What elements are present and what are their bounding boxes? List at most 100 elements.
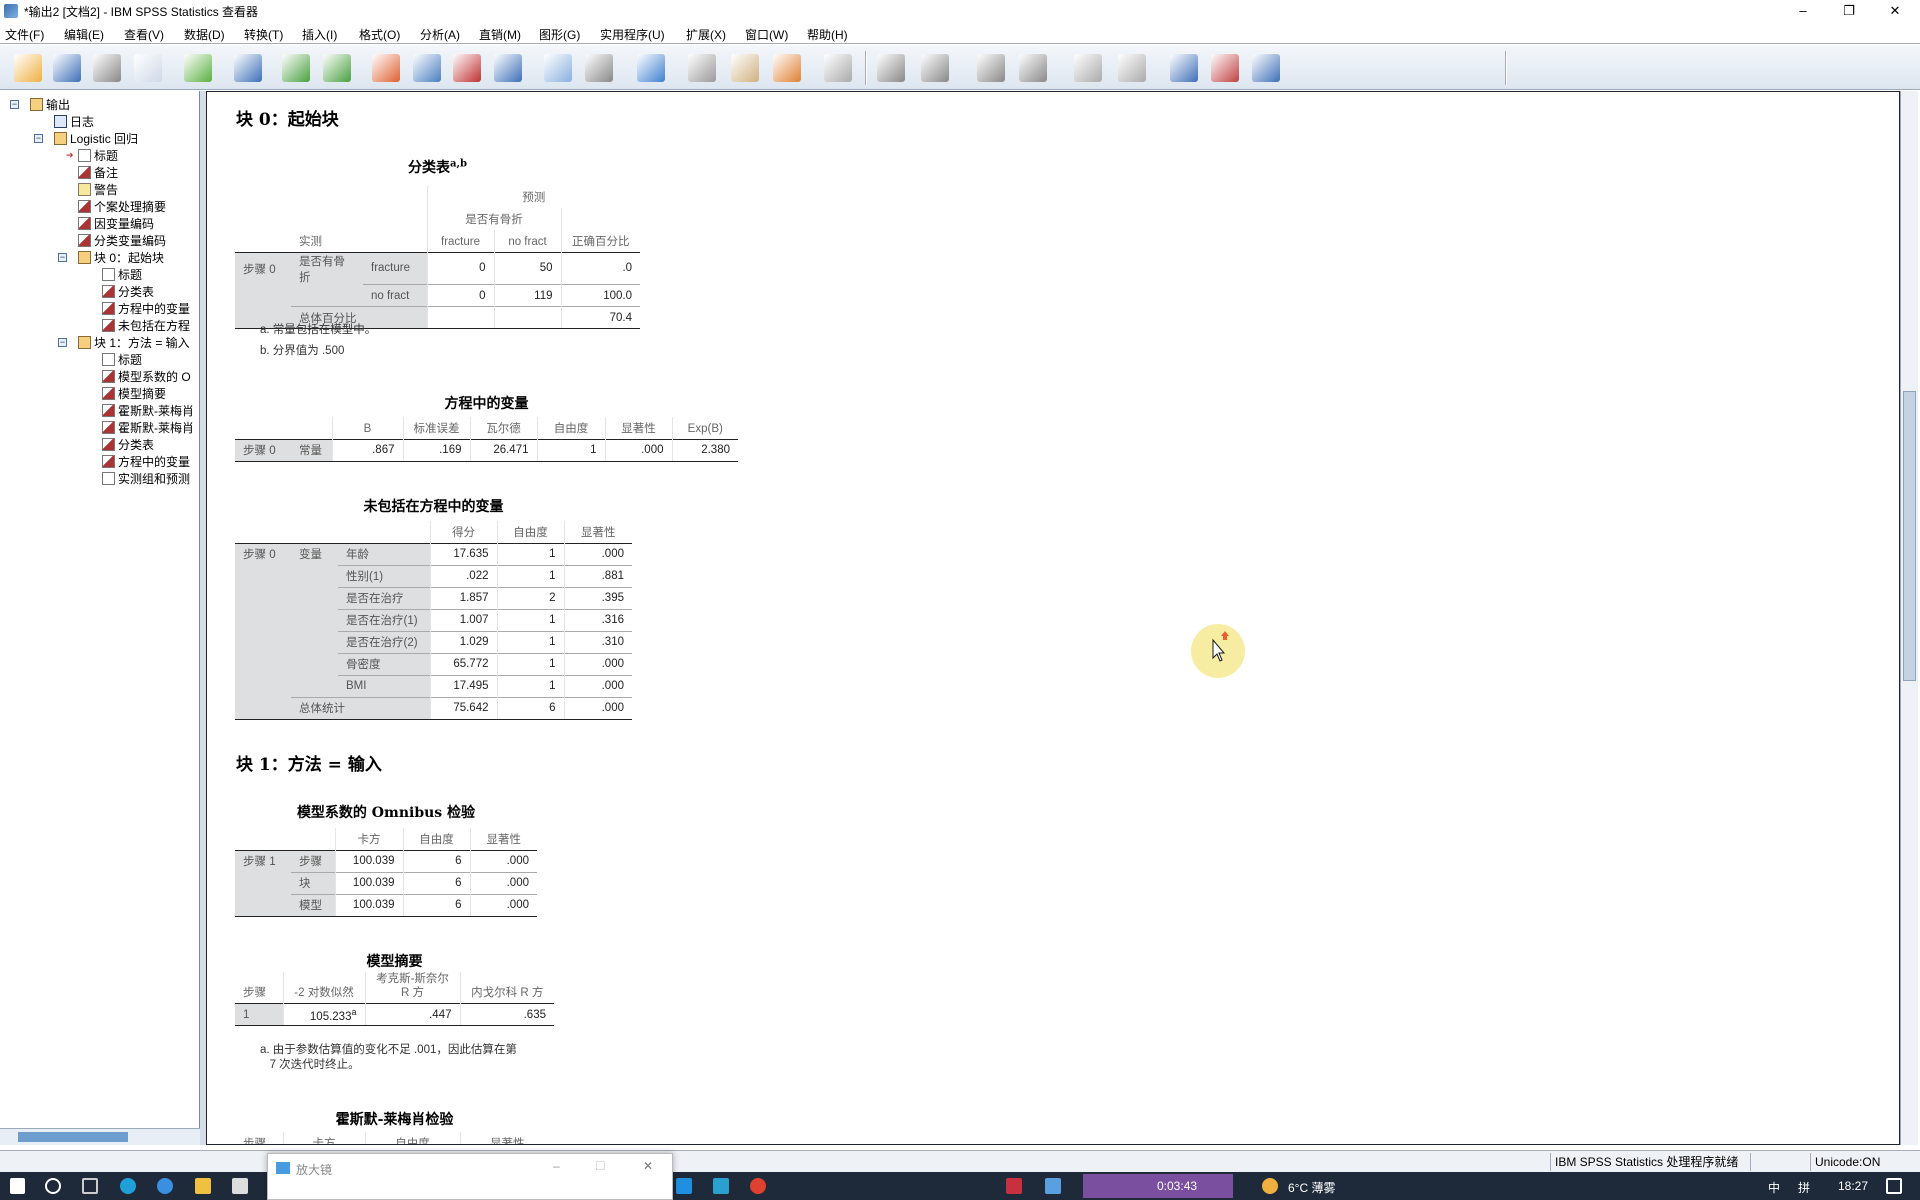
notification-icon[interactable] xyxy=(1886,1178,1902,1194)
forward-icon[interactable] xyxy=(921,54,949,82)
tree-item[interactable]: 方程中的变量 xyxy=(102,300,190,317)
collapse-icon[interactable]: − xyxy=(58,253,67,262)
promote-icon[interactable] xyxy=(688,54,716,82)
start-icon[interactable] xyxy=(10,1178,25,1194)
clock[interactable]: 18:27 xyxy=(1838,1179,1868,1193)
tree-item[interactable]: 分类表 xyxy=(102,436,154,453)
recall-dialog-icon[interactable] xyxy=(234,54,262,82)
menu-5[interactable]: 插入(I) xyxy=(302,26,337,43)
print-preview-icon[interactable] xyxy=(134,54,162,82)
tree-item[interactable]: 日志 xyxy=(54,113,94,130)
tree-item[interactable]: 模型摘要 xyxy=(102,385,166,402)
menu-4[interactable]: 转换(T) xyxy=(244,26,283,43)
menu-12[interactable]: 窗口(W) xyxy=(745,26,788,43)
content-vertical-scrollbar[interactable] xyxy=(1900,91,1918,1145)
undo-icon[interactable] xyxy=(282,54,310,82)
tree-item[interactable]: 备注 xyxy=(78,164,118,181)
scroll-thumb[interactable] xyxy=(1903,391,1916,681)
goto-variable-icon[interactable] xyxy=(413,54,441,82)
ime-indicator[interactable]: 中 xyxy=(1768,1179,1780,1196)
magnifier-maximize[interactable]: ☐ xyxy=(595,1159,606,1173)
insert-title-icon[interactable] xyxy=(1170,54,1198,82)
file-explorer-icon[interactable] xyxy=(195,1178,211,1194)
weather-text[interactable]: 6°C 薄雾 xyxy=(1288,1179,1335,1196)
back-icon[interactable] xyxy=(877,54,905,82)
screen-recorder-bar[interactable]: 0:03:43 xyxy=(1083,1174,1233,1198)
outline-icon[interactable] xyxy=(637,54,665,82)
edge-icon[interactable] xyxy=(120,1178,136,1194)
tree-item[interactable]: 警告 xyxy=(78,181,118,198)
tree-item[interactable]: 实测组和预测 xyxy=(102,470,190,487)
tree-item[interactable]: 未包括在方程 xyxy=(102,317,190,334)
tree-horizontal-scrollbar[interactable] xyxy=(0,1128,200,1145)
search-icon[interactable] xyxy=(45,1178,61,1194)
app-icon[interactable] xyxy=(713,1178,729,1194)
collapse-icon[interactable]: − xyxy=(34,134,43,143)
collapse-icon[interactable]: − xyxy=(58,338,67,347)
menu-11[interactable]: 扩展(X) xyxy=(686,26,726,43)
show-all-icon[interactable] xyxy=(544,54,572,82)
menu-10[interactable]: 实用程序(U) xyxy=(600,26,665,43)
save-icon[interactable] xyxy=(53,54,81,82)
insert-page-title-icon[interactable] xyxy=(1211,54,1239,82)
magnifier-window[interactable]: 放大镜 – ☐ ✕ xyxy=(267,1153,673,1200)
insert-output-icon[interactable] xyxy=(453,54,481,82)
tree-item[interactable]: ➔ 标题 xyxy=(66,147,118,164)
designate-window-icon[interactable] xyxy=(824,54,852,82)
task-view-icon[interactable] xyxy=(82,1178,98,1194)
menu-0[interactable]: 文件(F) xyxy=(5,26,44,43)
pivot-table[interactable]: 卡方 自由度 显著性 步骤 1 步骤 100.039 6.000 块 100.039 6.000 模… xyxy=(235,828,537,917)
menu-7[interactable]: 分析(A) xyxy=(420,26,460,43)
magnifier-taskbar-icon[interactable] xyxy=(1045,1178,1061,1194)
tree-item[interactable]: 分类表 xyxy=(102,283,154,300)
restore-button[interactable]: ❐ xyxy=(1826,0,1872,22)
chrome-icon[interactable] xyxy=(750,1178,766,1194)
tree-item[interactable]: Logistic 回归 xyxy=(54,130,138,147)
tree-item[interactable]: 分类变量编码 xyxy=(78,232,166,249)
ime-mode[interactable]: 拼 xyxy=(1798,1179,1810,1196)
menu-8[interactable]: 直销(M) xyxy=(479,26,521,43)
export-icon[interactable] xyxy=(184,54,212,82)
insert-new-text-icon[interactable] xyxy=(1252,54,1280,82)
insert-text-icon[interactable] xyxy=(773,54,801,82)
store-icon[interactable] xyxy=(232,1178,248,1194)
minimize-button[interactable]: – xyxy=(1780,0,1826,22)
tree-item[interactable]: 霍斯默-莱梅肖 xyxy=(102,402,194,419)
tree-item[interactable]: 个案处理摘要 xyxy=(78,198,166,215)
insert-heading-icon[interactable] xyxy=(731,54,759,82)
tree-item[interactable]: 块 1：方法 = 输入 xyxy=(78,334,190,351)
pivot-table[interactable]: 步骤 -2 对数似然 考克斯-斯奈尔 R 方内戈尔科 R 方 1 105.233a .44… xyxy=(235,972,554,1026)
menu-1[interactable]: 编辑(E) xyxy=(64,26,104,43)
magnifier-close[interactable]: ✕ xyxy=(643,1159,653,1173)
hide-item-icon[interactable] xyxy=(1118,54,1146,82)
print-icon[interactable] xyxy=(93,54,121,82)
ie-icon[interactable] xyxy=(157,1178,173,1194)
pivot-table[interactable]: 步骤 卡方 自由度 显著性 xyxy=(235,1132,554,1144)
tree-item[interactable]: 块 0：起始块 xyxy=(78,249,164,266)
mail-icon[interactable] xyxy=(676,1178,692,1194)
goto-case-icon[interactable] xyxy=(372,54,400,82)
menu-3[interactable]: 数据(D) xyxy=(184,26,225,43)
outline-tree[interactable]: 输出 − 日志 Logistic 回归 − ➔ 标题 备注 警告 个案处理摘要 因变量编码 分类变量编… xyxy=(0,91,200,1145)
collapse-icon[interactable] xyxy=(1019,54,1047,82)
pivot-table[interactable]: 预测 是否有骨折 实测 fracture no fract 正确百分比 步骤 0 是否有骨折 f… xyxy=(235,186,641,329)
open-icon[interactable] xyxy=(14,54,42,82)
recorder-icon[interactable] xyxy=(1006,1178,1022,1194)
menu-13[interactable]: 帮助(H) xyxy=(807,26,848,43)
tree-item[interactable]: 霍斯默-莱梅肖 xyxy=(102,419,194,436)
tree-item[interactable]: 输出 xyxy=(30,96,70,113)
tree-item[interactable]: 标题 xyxy=(102,351,142,368)
close-button[interactable]: ✕ xyxy=(1872,0,1918,22)
redo-icon[interactable] xyxy=(323,54,351,82)
scroll-thumb[interactable] xyxy=(18,1132,128,1142)
hide-icon[interactable] xyxy=(585,54,613,82)
tree-item[interactable]: 标题 xyxy=(102,266,142,283)
expand-icon[interactable] xyxy=(977,54,1005,82)
menu-2[interactable]: 查看(V) xyxy=(124,26,164,43)
variables-icon[interactable] xyxy=(494,54,522,82)
show-icon[interactable] xyxy=(1074,54,1102,82)
pivot-table[interactable]: B 标准误差 瓦尔德 自由度 显著性 Exp(B) 步骤 0 常量 .867.169 26.471… xyxy=(235,417,738,462)
tree-item[interactable]: 方程中的变量 xyxy=(102,453,190,470)
menu-9[interactable]: 图形(G) xyxy=(539,26,580,43)
collapse-icon[interactable]: − xyxy=(10,100,19,109)
